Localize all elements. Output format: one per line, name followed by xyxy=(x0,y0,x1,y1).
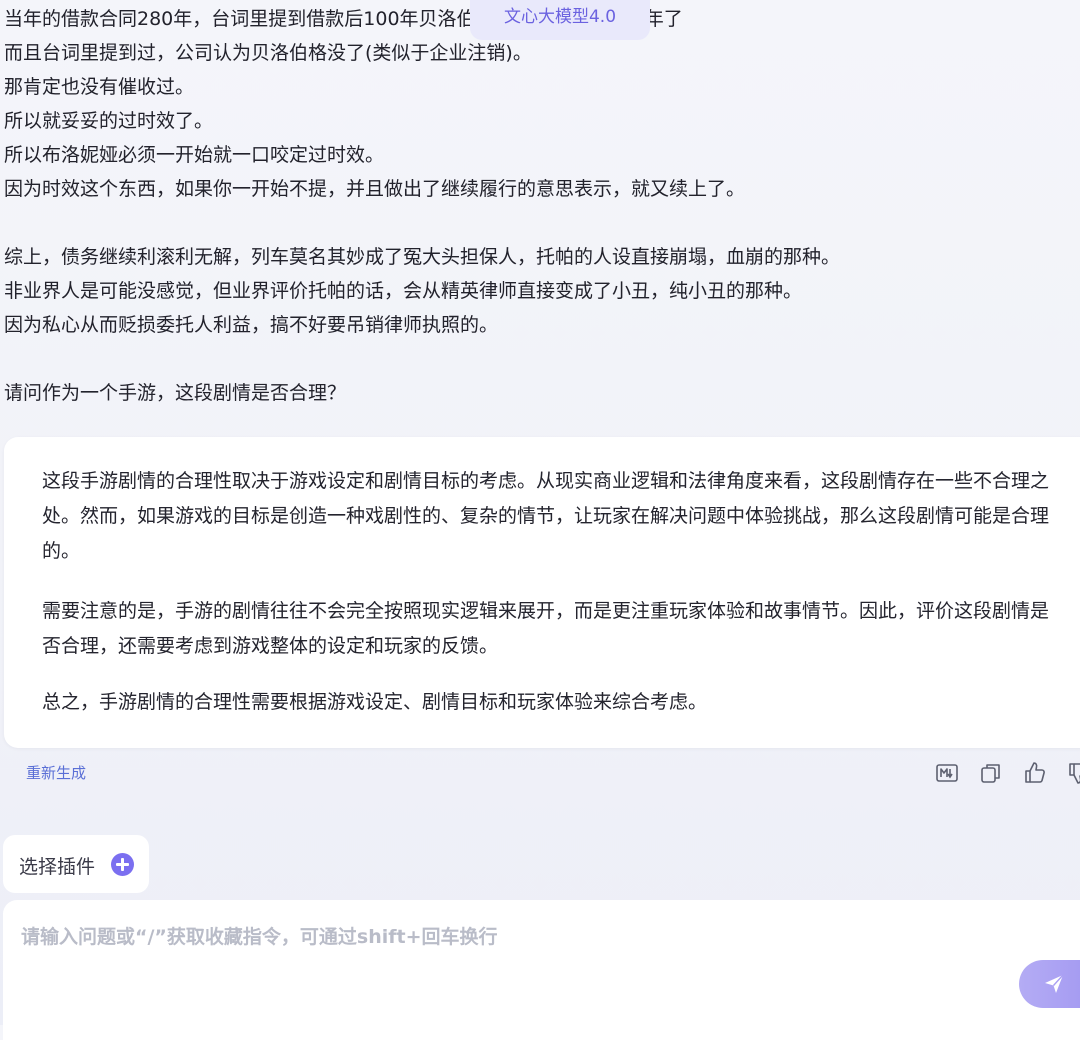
user-message-spacer xyxy=(4,206,1074,240)
plus-circle-icon xyxy=(111,853,134,876)
user-message-line: 所以就妥妥的过时效了。 xyxy=(4,110,214,132)
copy-icon[interactable] xyxy=(978,760,1004,786)
user-message-line: 非业界人是可能没感觉，但业界评价托帕的话，会从精英律师直接变成了小丑，纯小丑的那… xyxy=(4,280,803,302)
answer-paragraph: 这段手游剧情的合理性取决于游戏设定和剧情目标的考虑。从现实商业逻辑和法律角度来看… xyxy=(42,470,1050,562)
user-message-line: 请问作为一个手游，这段剧情是否合理？ xyxy=(4,382,347,404)
user-message-spacer xyxy=(4,342,1074,376)
user-message: 当年的借款合同280年，台词里提到借款后100年贝洛伯格就已经经过去700年了 … xyxy=(4,2,1074,410)
answer-paragraph: 总之，手游剧情的合理性需要根据游戏设定、剧情目标和玩家体验来综合考虑。 xyxy=(42,691,708,713)
model-version-tag[interactable]: 文心大模型4.0 xyxy=(470,0,650,40)
user-message-line: 因为时效这个东西，如果你一开始不提，并且做出了继续履行的意思表示，就又续上了。 xyxy=(4,178,746,200)
thumbs-up-icon[interactable] xyxy=(1022,760,1048,786)
select-plugin-button[interactable]: 选择插件 xyxy=(3,835,149,893)
send-icon xyxy=(1045,974,1064,993)
regenerate-button[interactable]: 重新生成 xyxy=(26,762,86,783)
user-message-line: 而且台词里提到过，公司认为贝洛伯格没了(类似于企业注销)。 xyxy=(4,42,532,64)
send-button[interactable] xyxy=(1019,960,1080,1008)
user-message-line: 那肯定也没有催收过。 xyxy=(4,76,195,98)
select-plugin-label: 选择插件 xyxy=(19,856,96,878)
answer-paragraph: 需要注意的是，手游的剧情往往不会完全按照现实逻辑来展开，而是更注重玩家体验和故事… xyxy=(42,600,1050,657)
user-message-line: 综上，债务继续利滚利无解，列车莫名其妙成了冤大头担保人，托帕的人设直接崩塌，血崩… xyxy=(4,246,841,268)
thumbs-down-icon[interactable] xyxy=(1066,760,1080,786)
user-message-line: 因为私心从而贬损委托人利益，搞不好要吊销律师执照的。 xyxy=(4,314,499,336)
user-message-line: 所以布洛妮娅必须一开始就一口咬定过时效。 xyxy=(4,144,385,166)
markdown-icon[interactable] xyxy=(934,760,960,786)
chat-input[interactable] xyxy=(19,920,1003,984)
chat-input-box xyxy=(3,900,1080,1040)
answer-card: 这段手游剧情的合理性取决于游戏设定和剧情目标的考虑。从现实商业逻辑和法律角度来看… xyxy=(4,437,1080,748)
